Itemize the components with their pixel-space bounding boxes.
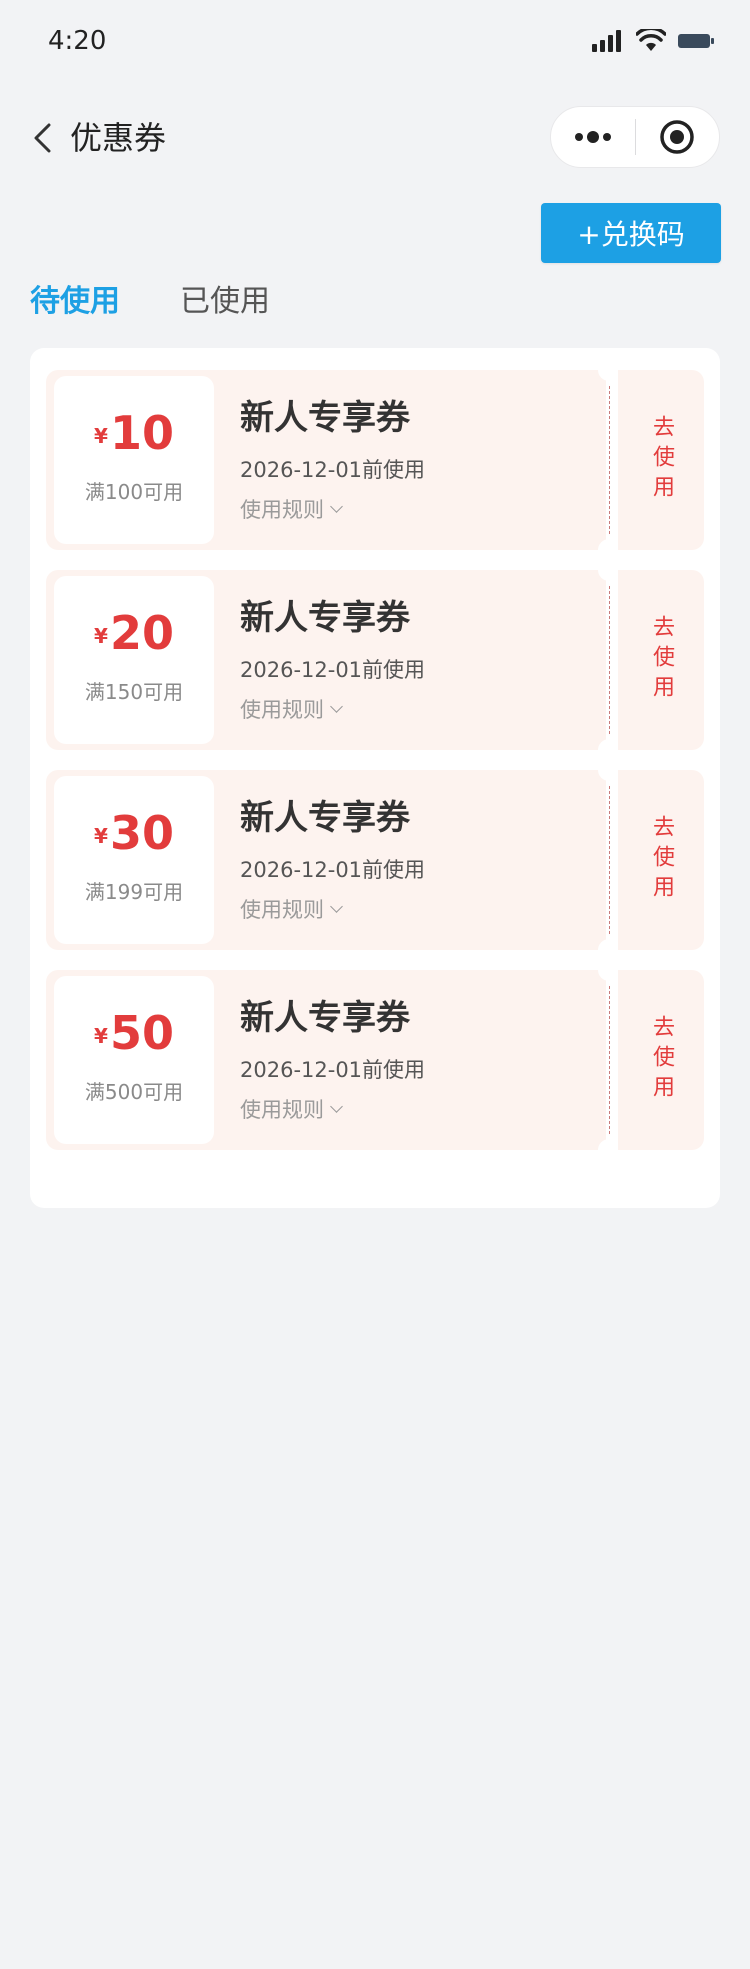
coupon-main: ¥10 满100可用 新人专享券 2026-12-01前使用 使用规则 [46,370,606,550]
chevron-down-icon [330,899,343,913]
coupon-main: ¥30 满199可用 新人专享券 2026-12-01前使用 使用规则 [46,770,606,950]
tab-used[interactable]: 已使用 [180,280,270,330]
coupon-card: ¥10 满100可用 新人专享券 2026-12-01前使用 使用规则 去使用 [46,359,704,561]
coupon-amount-box: ¥10 满100可用 [54,376,214,544]
coupon-perforation [609,386,610,534]
capsule-menu [550,106,720,168]
coupon-name: 新人专享券 [240,598,410,638]
coupon-expiry: 2026-12-01前使用 [240,1058,426,1082]
back-button[interactable] [24,116,60,160]
coupon-rules-label: 使用规则 [240,698,324,722]
coupon-card: ¥50 满500可用 新人专享券 2026-12-01前使用 使用规则 去使用 [46,959,704,1161]
status-time: 4:20 [48,26,107,56]
coupon-amount: ¥30 [54,806,214,860]
coupon-rules-label: 使用规则 [240,498,324,522]
tab-unused[interactable]: 待使用 [30,280,120,330]
nav-bar: 优惠券 [0,100,750,176]
coupon-notch-top [598,559,620,581]
currency-symbol: ¥ [94,824,108,848]
more-dots-icon [574,131,611,143]
coupon-amount: ¥10 [54,406,214,460]
currency-symbol: ¥ [94,1024,108,1048]
use-coupon-button[interactable]: 去使用 [618,370,704,550]
wifi-icon [636,29,666,51]
close-miniprogram-button[interactable] [636,107,720,167]
coupon-rules-toggle[interactable]: 使用规则 [240,694,343,724]
use-coupon-button[interactable]: 去使用 [618,970,704,1150]
redeem-code-button[interactable]: +兑换码 [541,203,721,263]
currency-symbol: ¥ [94,424,108,448]
use-coupon-button[interactable]: 去使用 [618,770,704,950]
coupon-perforation [609,986,610,1134]
coupon-notch-bottom [598,739,620,761]
coupon-notch-top [598,359,620,381]
use-coupon-label: 去使用 [649,615,674,705]
use-coupon-label: 去使用 [649,415,674,505]
chevron-down-icon [330,1099,343,1113]
chevron-left-icon [34,123,51,153]
use-coupon-label: 去使用 [649,815,674,905]
coupon-amount: ¥50 [54,1006,214,1060]
coupon-card: ¥20 满150可用 新人专享券 2026-12-01前使用 使用规则 去使用 [46,559,704,761]
coupon-amount-box: ¥50 满500可用 [54,976,214,1144]
coupon-name: 新人专享券 [240,798,410,838]
chevron-down-icon [330,499,343,513]
amount-value: 20 [109,606,174,660]
chevron-down-icon [330,699,343,713]
coupon-amount: ¥20 [54,606,214,660]
coupon-tabs: 待使用 已使用 [30,280,270,330]
use-coupon-label: 去使用 [649,1015,674,1105]
battery-icon [678,34,714,48]
coupon-notch-bottom [598,939,620,961]
coupon-list: ¥10 满100可用 新人专享券 2026-12-01前使用 使用规则 去使用 … [30,348,720,1208]
coupon-expiry: 2026-12-01前使用 [240,458,426,482]
coupon-rules-toggle[interactable]: 使用规则 [240,494,343,524]
coupon-expiry: 2026-12-01前使用 [240,658,426,682]
coupon-amount-box: ¥20 满150可用 [54,576,214,744]
coupon-condition: 满100可用 [84,480,184,504]
coupon-notch-top [598,959,620,981]
more-button[interactable] [551,107,635,167]
coupon-main: ¥20 满150可用 新人专享券 2026-12-01前使用 使用规则 [46,570,606,750]
use-coupon-button[interactable]: 去使用 [618,570,704,750]
coupon-name: 新人专享券 [240,998,410,1038]
coupon-perforation [609,586,610,734]
coupon-notch-bottom [598,1139,620,1161]
coupon-card: ¥30 满199可用 新人专享券 2026-12-01前使用 使用规则 去使用 [46,759,704,961]
coupon-amount-box: ¥30 满199可用 [54,776,214,944]
coupon-notch-top [598,759,620,781]
coupon-condition: 满199可用 [84,880,184,904]
currency-symbol: ¥ [94,624,108,648]
amount-value: 50 [109,1006,174,1060]
status-bar: 4:20 [0,0,750,88]
coupon-rules-toggle[interactable]: 使用规则 [240,894,343,924]
page-title: 优惠券 [70,119,167,157]
coupon-condition: 满150可用 [84,680,184,704]
coupon-expiry: 2026-12-01前使用 [240,858,426,882]
coupon-main: ¥50 满500可用 新人专享券 2026-12-01前使用 使用规则 [46,970,606,1150]
target-icon [660,120,694,154]
status-icons [592,26,716,56]
coupon-rules-label: 使用规则 [240,898,324,922]
coupon-name: 新人专享券 [240,398,410,438]
amount-value: 10 [109,406,174,460]
coupon-condition: 满500可用 [84,1080,184,1104]
amount-value: 30 [109,806,174,860]
coupon-perforation [609,786,610,934]
signal-icon [592,30,621,52]
coupon-notch-bottom [598,539,620,561]
coupon-rules-toggle[interactable]: 使用规则 [240,1094,343,1124]
coupon-rules-label: 使用规则 [240,1098,324,1122]
